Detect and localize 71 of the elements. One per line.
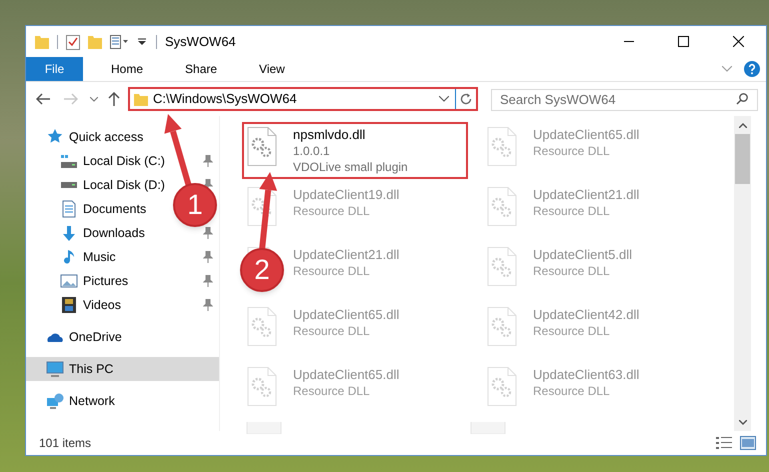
scroll-up-icon[interactable]: [738, 123, 746, 128]
sidebar-item[interactable]: OneDrive: [26, 325, 126, 349]
highlighted-file-item[interactable]: npsmlvdo.dll 1.0.0.1 VDOLive small plugin: [242, 122, 468, 179]
ribbon-tab[interactable]: Home: [97, 57, 158, 81]
sidebar-item[interactable]: Local Disk (D:): [26, 173, 169, 197]
file-detail: Resource DLL: [533, 263, 611, 279]
drive-icon: [61, 154, 77, 168]
search-field[interactable]: Search SysWOW64: [491, 88, 758, 110]
file-detail: 1.0.0.1: [293, 143, 331, 159]
ribbon-tab[interactable]: View: [245, 57, 299, 81]
sidebar-item[interactable]: Quick access: [26, 125, 148, 149]
window-title: SysWOW64: [165, 32, 236, 51]
sidebar-item[interactable]: This PC: [26, 357, 219, 381]
sidebar-item[interactable]: Music: [26, 245, 120, 269]
up-arrow-icon[interactable]: [108, 92, 120, 106]
gear-file-icon: [487, 187, 517, 227]
file-detail: Resource DLL: [533, 143, 611, 159]
file-detail: Resource DLL: [533, 203, 611, 219]
file-name[interactable]: npsmlvdo.dll: [293, 127, 408, 143]
monitor-icon: [46, 360, 64, 378]
gear-file-icon: [247, 307, 277, 347]
file-tab[interactable]: File: [26, 57, 83, 81]
folder-icon: [134, 92, 148, 106]
picture-icon: [60, 272, 78, 290]
scrollbar-thumb[interactable]: [735, 134, 750, 184]
tiles-view-icon[interactable]: [740, 436, 756, 450]
close-icon: [733, 36, 744, 47]
sidebar-item[interactable]: Network: [26, 389, 119, 413]
details-view-icon[interactable]: [716, 436, 732, 450]
network-icon: [46, 392, 64, 410]
gear-file-icon: [487, 127, 517, 167]
file-detail: Resource DLL: [533, 323, 611, 339]
properties-icon[interactable]: [110, 34, 130, 48]
sidebar-item[interactable]: Local Disk (C:): [26, 149, 169, 173]
gear-file-icon: [247, 127, 277, 167]
file-detail: Resource DLL: [293, 263, 371, 279]
refresh-icon[interactable]: [460, 93, 472, 105]
file-detail: Resource DLL: [293, 383, 371, 399]
gear-file-icon: [487, 307, 517, 347]
sidebar-item[interactable]: Documents: [26, 197, 150, 221]
search-icon: [736, 93, 748, 105]
film-icon: [60, 296, 78, 314]
gear-file-icon: [487, 367, 517, 407]
gear-file-icon: [247, 187, 277, 227]
file-detail: VDOLive small plugin: [293, 159, 408, 175]
sidebar-item[interactable]: Pictures: [26, 269, 132, 293]
scrollbar[interactable]: [734, 116, 751, 431]
minimize-icon: [624, 41, 634, 42]
file-detail: Resource DLL: [533, 383, 611, 399]
ribbon-tab[interactable]: Share: [171, 57, 232, 81]
file-icon: [470, 422, 506, 434]
sidebar-item[interactable]: Videos: [26, 293, 125, 317]
document-icon: [60, 200, 78, 218]
maximize-icon: [678, 36, 689, 47]
file-detail: Resource DLL: [293, 323, 371, 339]
drive-icon: [61, 182, 77, 188]
chevron-down-icon[interactable]: [439, 96, 449, 102]
down-arrow-icon: [63, 226, 75, 240]
help-icon[interactable]: [744, 61, 760, 77]
caret-icon[interactable]: [138, 38, 146, 46]
file-icon: [246, 422, 282, 434]
gear-file-icon: [247, 367, 277, 407]
item-count: 101 items: [39, 435, 92, 452]
back-arrow-icon[interactable]: [36, 93, 50, 105]
gear-file-icon: [487, 247, 517, 287]
address-field[interactable]: C:\Windows\SysWOW64: [128, 87, 478, 111]
sidebar-item[interactable]: Downloads: [26, 221, 149, 245]
checklist-icon[interactable]: [66, 34, 80, 50]
file-detail: Resource DLL: [293, 203, 371, 219]
scroll-down-icon[interactable]: [738, 420, 746, 425]
music-note-icon: [64, 249, 74, 265]
